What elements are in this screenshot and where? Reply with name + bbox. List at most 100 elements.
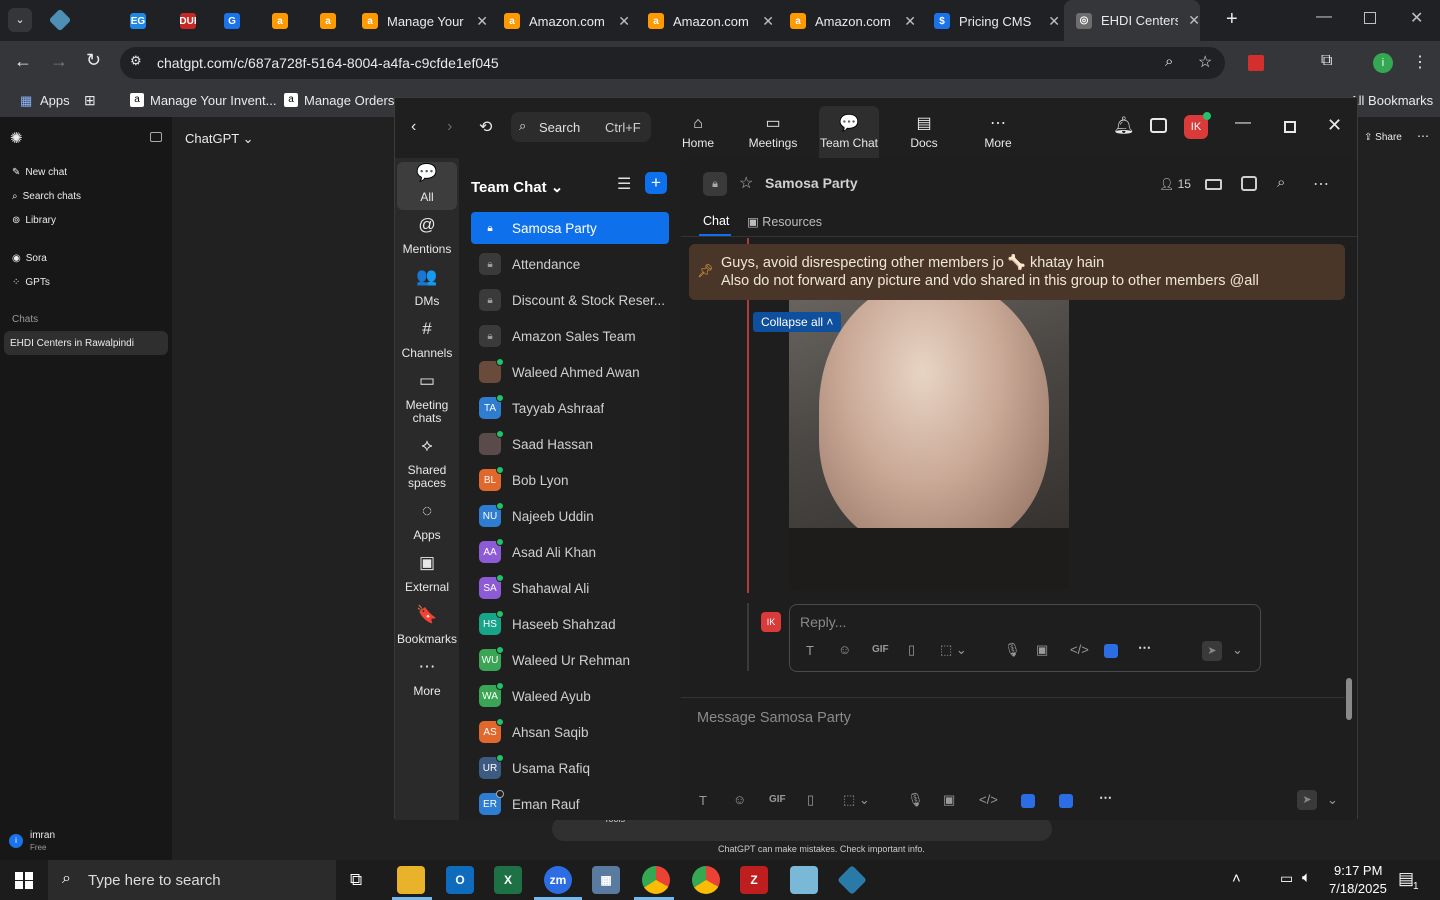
send-options-icon[interactable]: ⌄ [1232,642,1243,658]
bookmark-all-bookmarks[interactable]: All Bookmarks [1350,93,1433,108]
browser-tab[interactable]: a Amazon.com ✕ [778,6,916,36]
channel-item[interactable]: 🔒︎ Samosa Party [471,212,669,244]
tab-list-dropdown-icon[interactable]: ⌄ [8,8,32,32]
back-icon[interactable]: ← [14,51,32,72]
code-icon[interactable]: </> [1070,642,1089,657]
close-tab-icon[interactable]: ✕ [618,13,630,30]
message-input[interactable]: Message Samosa Party [697,710,851,726]
browser-tab[interactable]: a [260,6,288,36]
channel-item[interactable]: 🔒︎ Amazon Sales Team [471,320,669,352]
notes-app-icon[interactable] [790,866,818,894]
mic-icon[interactable]: 🎙︎ [907,792,924,808]
sora-button[interactable]: ◉ Sora [12,253,47,264]
gif-button[interactable]: GIF [872,644,889,655]
calendar-app-icon[interactable] [1150,118,1167,133]
apps-grid-icon[interactable]: ▦ [20,93,32,109]
back-icon[interactable]: ‹ [411,118,416,136]
contact-item[interactable]: TA Tayyab Ashraaf [471,392,669,424]
share-button[interactable]: ⇪ Share [1364,132,1402,143]
rail-channels[interactable]: # Channels [397,320,457,360]
model-selector[interactable]: ChatGPT ⌄ [185,131,253,147]
code-icon[interactable]: </> [979,792,998,807]
mic-icon[interactable]: 🎙︎ [1004,642,1021,658]
rail-meeting-chats[interactable]: ▭ Meeting chats [397,372,457,425]
extension-puzzle-icon[interactable]: ⧉ [1321,52,1332,70]
volume-icon[interactable]: 🔈︎ [1302,869,1311,886]
file-icon[interactable]: ▯ [807,792,814,808]
minimize-browser-icon[interactable]: — [1316,8,1332,26]
new-chat-button[interactable]: ✎ New chat [12,167,67,178]
contact-item[interactable]: Waleed Ahmed Awan [471,356,669,388]
new-tab-button[interactable]: + [1226,8,1238,31]
chatgpt-composer[interactable] [552,817,1052,841]
task-view-icon[interactable]: ⧉ [350,870,362,890]
address-bar[interactable]: ⚙ chatgpt.com/c/687a728f-5164-8004-a4fa-… [120,47,1225,79]
contact-item[interactable]: HS Haseeb Shahzad [471,608,669,640]
taskbar-search[interactable]: ⌕ Type here to search [48,860,336,900]
openai-logo-icon[interactable]: ✺ [10,129,23,147]
zoom-app-icon[interactable] [1021,794,1035,808]
extension-pdf-icon[interactable] [1248,55,1264,71]
history-icon[interactable]: ⟲ [479,117,492,137]
scrollbar-thumb[interactable] [1346,678,1352,720]
reply-placeholder[interactable]: Reply... [800,614,846,630]
user-avatar[interactable]: i [9,834,23,848]
nav-docs[interactable]: ▤ Docs [894,114,954,150]
gif-button[interactable]: GIF [769,794,786,805]
channel-item[interactable]: 🔒︎ Discount & Stock Reser... [471,284,669,316]
forward-icon[interactable]: → [50,51,68,72]
reload-icon[interactable]: ↻ [86,50,101,71]
send-options-icon[interactable]: ⌄ [1327,792,1338,808]
members-button[interactable]: 👤︎ 15 [1159,177,1191,191]
bookmark-manage-inventory[interactable]: Manage Your Invent... [150,93,276,108]
browser-tab[interactable]: $ Pricing CMS ✕ [922,6,1060,36]
video-message-icon[interactable]: ▣ [1036,642,1048,658]
toggle-sidebar-icon[interactable] [150,132,162,142]
library-button[interactable]: ⊚ Library [12,215,56,226]
file-icon[interactable]: ▯ [908,642,915,658]
minimize-icon[interactable]: — [1235,114,1251,132]
channel-title[interactable]: Samosa Party [765,175,858,191]
tray-chevron-icon[interactable]: ˄ [1232,870,1241,887]
more-icon[interactable]: ⋯ [1313,174,1329,194]
new-chat-add-button[interactable]: + [645,172,667,194]
close-tab-icon[interactable]: ✕ [476,13,488,30]
pinned-tab-icon[interactable] [48,8,72,32]
calendar-icon[interactable] [1241,176,1257,191]
nav-home[interactable]: ⌂ Home [668,114,728,150]
contact-item[interactable]: BL Bob Lyon [471,464,669,496]
more-tools-icon[interactable]: ⋯ [1099,790,1112,806]
restore-browser-icon[interactable] [1364,12,1376,24]
tab-chat[interactable]: Chat [703,214,729,228]
active-chat-item[interactable]: EHDI Centers in Rawalpindi [4,331,168,355]
browser-tab[interactable]: DUI [168,6,196,36]
close-tab-icon[interactable]: ✕ [762,13,774,30]
rail-external[interactable]: ▣ External [397,554,457,594]
contact-item[interactable]: WA Waleed Ayub [471,680,669,712]
network-icon[interactable]: ▭ [1280,870,1293,887]
search-chats-button[interactable]: ⌕ Search chats [12,191,81,202]
windows-start-icon[interactable] [15,872,33,889]
rail-all[interactable]: 💬 All [397,162,457,210]
nav-team-chat[interactable]: 💬 Team Chat [819,106,879,158]
site-info-icon[interactable]: ⚙ [130,53,142,69]
contact-item[interactable]: AA Asad Ali Khan [471,536,669,568]
screenshot-icon[interactable]: ⬚ ⌄ [843,792,870,808]
nav-meetings[interactable]: ▭ Meetings [743,114,803,150]
filter-icon[interactable]: ☰ [617,174,631,194]
search-icon[interactable]: ⌕ [1277,174,1285,191]
contact-item[interactable]: WU Waleed Ur Rehman [471,644,669,676]
close-icon[interactable]: ✕ [1327,115,1342,136]
close-tab-icon[interactable]: ✕ [1188,12,1200,29]
rail-mentions[interactable]: @ Mentions [397,216,457,256]
maximize-icon[interactable] [1284,121,1296,133]
pinned-message-banner[interactable]: 📌︎ Guys, avoid disrespecting other membe… [689,244,1345,300]
gpts-button[interactable]: ⁘ GPTs [12,277,50,288]
text-format-icon[interactable]: T [699,793,707,808]
zoom-clips-icon[interactable] [1059,794,1073,808]
chrome-icon[interactable] [642,866,670,894]
video-message-icon[interactable]: ▣ [943,792,955,808]
reply-box[interactable]: Reply... T ☺ GIF ▯ ⬚ ⌄ 🎙︎ ▣ </> ⋯ ➤ ⌄ [789,604,1261,672]
close-browser-icon[interactable]: ✕ [1410,8,1423,28]
close-tab-icon[interactable]: ✕ [1048,13,1060,30]
